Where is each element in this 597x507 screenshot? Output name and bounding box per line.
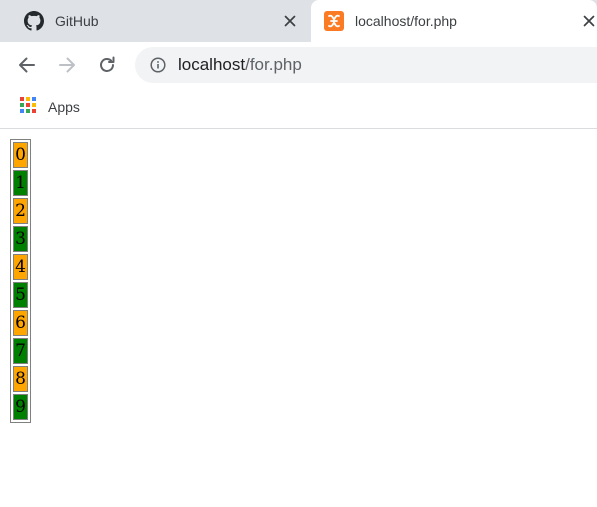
tab-title: GitHub bbox=[55, 13, 99, 29]
table-row: 2 bbox=[13, 198, 28, 224]
numbers-table: 0123456789 bbox=[10, 139, 31, 423]
table-row: 1 bbox=[13, 170, 28, 196]
tab-github[interactable]: GitHub bbox=[0, 0, 310, 42]
url-path: /for.php bbox=[245, 55, 302, 74]
apps-grid-icon bbox=[19, 96, 37, 119]
table-row: 0 bbox=[13, 142, 28, 168]
apps-label: Apps bbox=[48, 99, 80, 115]
table-cell: 3 bbox=[13, 226, 28, 252]
bookmark-apps[interactable]: Apps bbox=[19, 96, 80, 119]
table-cell: 5 bbox=[13, 282, 28, 308]
table-row: 4 bbox=[13, 254, 28, 280]
tab-localhost[interactable]: localhost/for.php bbox=[311, 0, 597, 42]
tab-title: localhost/for.php bbox=[355, 13, 457, 29]
table-row: 6 bbox=[13, 310, 28, 336]
numbers-table-body: 0123456789 bbox=[13, 142, 28, 420]
forward-arrow-icon[interactable] bbox=[53, 51, 81, 79]
table-cell: 8 bbox=[13, 366, 28, 392]
table-cell: 0 bbox=[13, 142, 28, 168]
table-cell: 9 bbox=[13, 394, 28, 420]
browser-toolbar: localhost/for.php bbox=[0, 42, 597, 88]
table-row: 7 bbox=[13, 338, 28, 364]
address-bar[interactable]: localhost/for.php bbox=[135, 47, 597, 83]
table-row: 9 bbox=[13, 394, 28, 420]
bookmarks-bar: Apps bbox=[0, 88, 597, 129]
url-host: localhost bbox=[178, 55, 246, 74]
tab-strip: GitHub localhost/for.php bbox=[0, 0, 597, 42]
github-icon bbox=[24, 11, 44, 31]
table-cell: 4 bbox=[13, 254, 28, 280]
table-row: 3 bbox=[13, 226, 28, 252]
url-text[interactable]: localhost/for.php bbox=[178, 55, 302, 75]
table-row: 5 bbox=[13, 282, 28, 308]
close-tab-icon[interactable] bbox=[579, 11, 597, 31]
close-tab-icon[interactable] bbox=[280, 11, 300, 31]
table-cell: 2 bbox=[13, 198, 28, 224]
table-cell: 7 bbox=[13, 338, 28, 364]
table-row: 8 bbox=[13, 366, 28, 392]
table-cell: 6 bbox=[13, 310, 28, 336]
xampp-icon bbox=[324, 11, 344, 31]
reload-icon[interactable] bbox=[93, 51, 121, 79]
table-cell: 1 bbox=[13, 170, 28, 196]
page-content: 0123456789 bbox=[0, 129, 597, 507]
info-icon[interactable] bbox=[149, 56, 167, 74]
back-arrow-icon[interactable] bbox=[13, 51, 41, 79]
